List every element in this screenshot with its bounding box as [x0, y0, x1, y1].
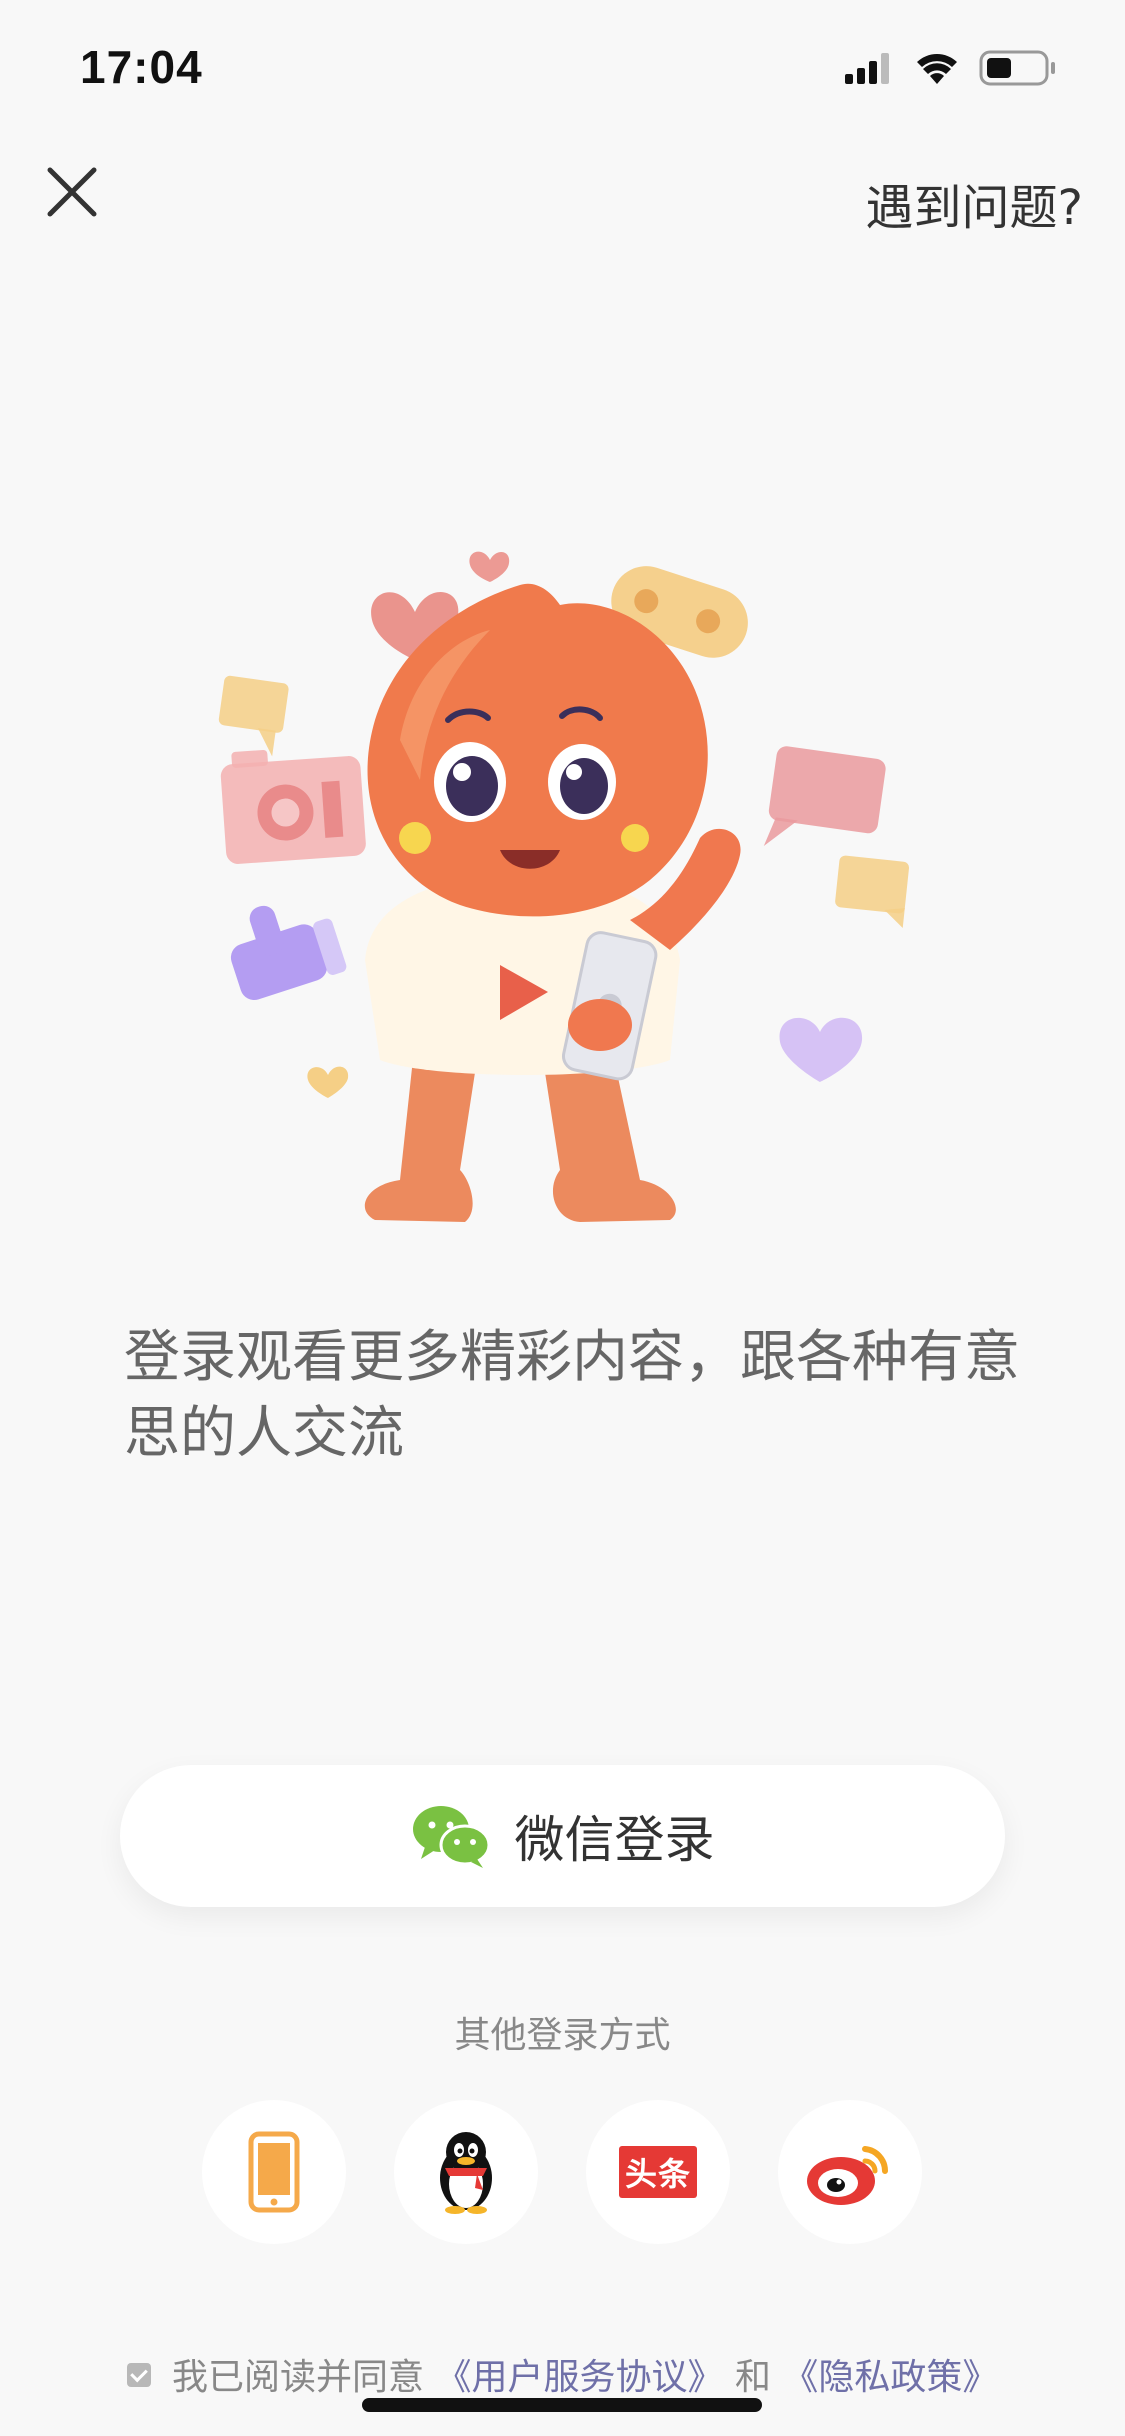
status-icons — [845, 48, 1085, 88]
wifi-icon — [917, 54, 957, 84]
weibo-login-button[interactable] — [778, 2100, 922, 2244]
privacy-link[interactable]: 《隐私政策》 — [782, 2357, 998, 2398]
weibo-icon — [807, 2146, 889, 2205]
mascot-illustration — [200, 520, 940, 1240]
close-button[interactable] — [40, 160, 104, 224]
agreement-conjunction: 和 — [734, 2357, 771, 2398]
wechat-login-label: 微信登录 — [514, 1811, 715, 1869]
login-screen: 17:04 遇到问题? 登录观看更多精彩内容，跟各种有意思的人交流 微信登录 其… — [0, 0, 1125, 2436]
qq-penguin-icon — [440, 2132, 492, 2214]
wechat-login-button[interactable]: 微信登录 — [120, 1765, 1005, 1907]
mascot-illustration-art — [218, 551, 910, 1222]
help-link[interactable]: 遇到问题? — [866, 168, 1083, 238]
close-icon — [47, 167, 97, 217]
agreement-checkbox[interactable] — [126, 2363, 151, 2387]
small-heart-decor-icon — [469, 551, 510, 582]
toutiao-login-button[interactable]: 头条 — [586, 2100, 730, 2244]
status-bar: 17:04 — [0, 0, 1125, 132]
terms-link[interactable]: 《用户服务协议》 — [435, 2357, 723, 2398]
status-time: 17:04 — [80, 41, 203, 93]
camera-decor-icon — [220, 749, 366, 864]
pink-bubble-decor-icon — [763, 746, 886, 847]
home-indicator — [362, 2398, 762, 2412]
thumbs-up-decor-icon — [230, 905, 347, 1001]
small-yellow-heart-decor-icon — [307, 1066, 349, 1098]
battery-icon — [979, 50, 1055, 86]
phone-login-button[interactable] — [202, 2100, 346, 2244]
agreement-row: 我已阅读并同意 《用户服务协议》 和 《隐私政策》 — [0, 2348, 1125, 2400]
wechat-icon — [412, 1806, 490, 1868]
signal-icon — [845, 53, 889, 84]
qq-login-button[interactable] — [394, 2100, 538, 2244]
toutiao-icon-text: 头条 — [624, 2155, 691, 2193]
other-login-options: 头条 — [0, 2100, 1125, 2244]
phone-icon — [248, 2131, 300, 2213]
headline-text: 登录观看更多精彩内容，跟各种有意思的人交流 — [124, 1325, 1020, 1466]
signal-wifi-battery-icons — [845, 50, 1055, 86]
other-login-title: 其他登录方式 — [454, 2015, 671, 2056]
toutiao-icon: 头条 — [619, 2146, 697, 2198]
agreement-prefix: 我已阅读并同意 — [172, 2357, 425, 2398]
mascot-hand — [568, 999, 632, 1051]
yellow-bubble-decor-icon — [218, 675, 289, 757]
purple-heart-decor-icon — [779, 1017, 863, 1082]
yellow-note-decor-icon — [835, 855, 910, 928]
